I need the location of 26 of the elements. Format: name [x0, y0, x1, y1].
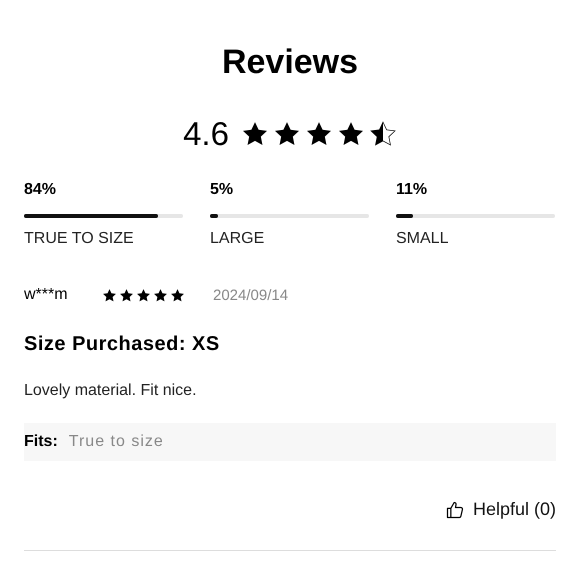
fits-label: Fits:: [24, 433, 58, 451]
star-icon: [272, 120, 301, 148]
fit-label: SMALL: [396, 230, 450, 248]
star-icon: [240, 120, 269, 148]
star-icon: [136, 288, 151, 302]
review-date: 2024/09/14: [213, 286, 288, 304]
fit-label: LARGE: [210, 230, 266, 248]
size-purchased: Size Purchased: XS: [24, 333, 221, 356]
star-icon: [119, 288, 134, 302]
fit-percent: 11%: [396, 180, 428, 200]
fit-percent: 5%: [210, 180, 234, 200]
star-icon: [102, 288, 117, 302]
thumbs-up-icon: [444, 500, 465, 520]
star-icon: [368, 120, 397, 148]
fit-label: TRUE TO SIZE: [24, 230, 135, 248]
reviews-heading: Reviews: [220, 42, 360, 83]
average-rating: 4.6: [183, 114, 229, 154]
review-text: Lovely material. Fit nice.: [24, 382, 198, 400]
star-icon: [336, 120, 365, 148]
star-icon: [153, 288, 168, 302]
reviewer-name: w***m: [24, 286, 69, 304]
helpful-button[interactable]: Helpful (0): [444, 499, 556, 520]
fit-percent: 84%: [24, 180, 58, 200]
star-icon: [304, 120, 333, 148]
star-icon: [170, 288, 185, 302]
fits-value: True to size: [68, 433, 164, 451]
